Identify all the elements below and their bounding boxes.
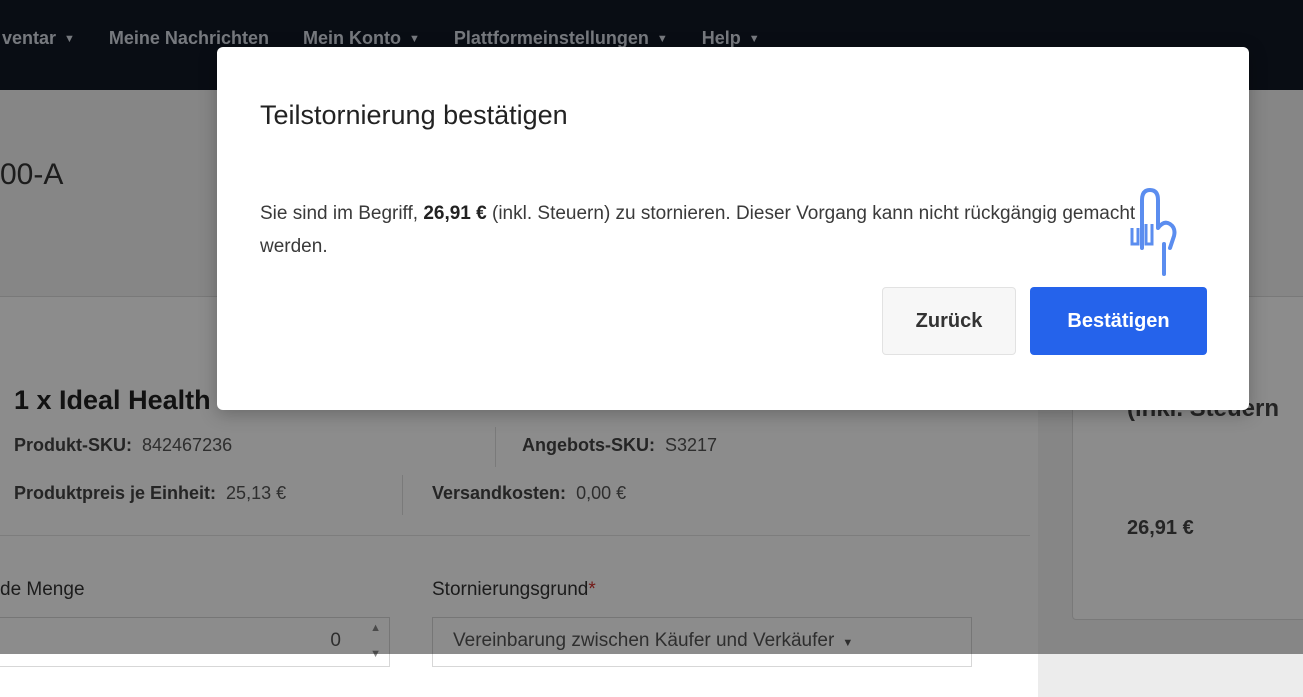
dialog-amount: 26,91 € [423,203,487,224]
back-button[interactable]: Zurück [882,287,1016,355]
dialog-message-prefix: Sie sind im Begriff, [260,203,424,224]
dialog-title: Teilstornierung bestätigen [260,100,568,130]
confirm-button[interactable]: Bestätigen [1030,287,1207,355]
pointing-hand-icon [1130,188,1177,276]
dialog-message: Sie sind im Begriff, 26,91 € (inkl. Steu… [260,197,1160,263]
confirm-dialog: Teilstornierung bestätigen Sie sind im B… [217,47,1249,410]
